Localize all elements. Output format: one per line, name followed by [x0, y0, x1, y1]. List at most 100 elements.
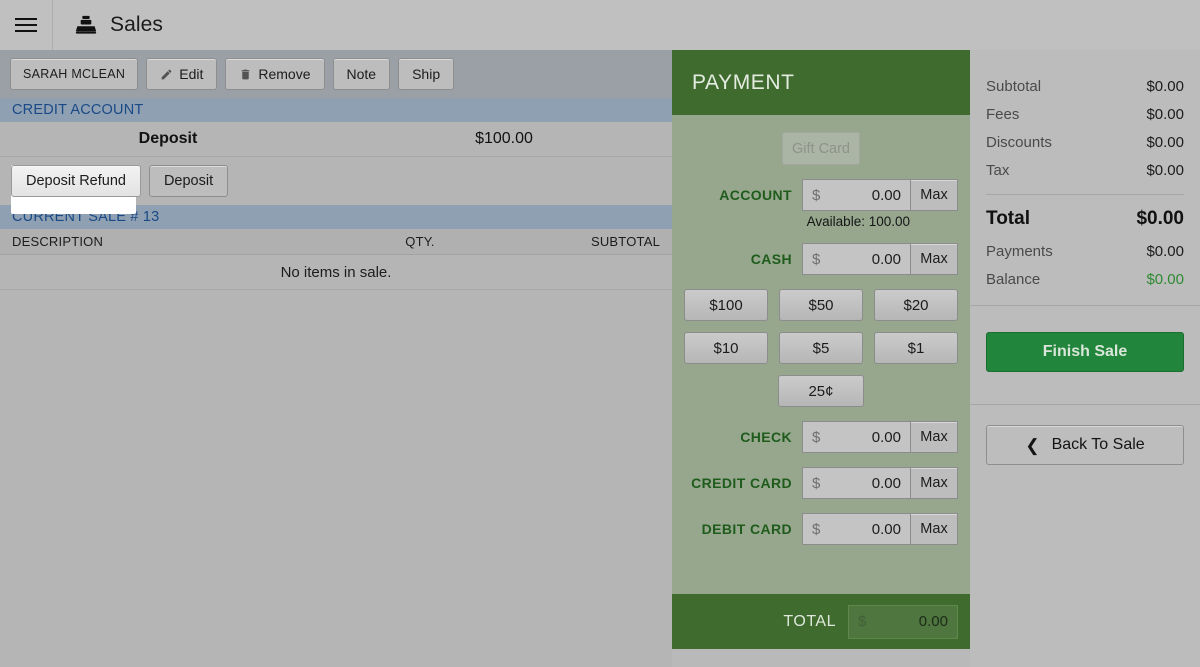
- cash-max-label: Max: [920, 251, 948, 267]
- pos-application: Sales SARAH MCLEAN Edit Remove Note Ship…: [0, 0, 1200, 667]
- trash-icon: [239, 68, 252, 81]
- deposit-actions-row: Deposit Refund Deposit: [0, 157, 672, 214]
- column-subtotal: SUBTOTAL: [590, 234, 660, 249]
- pencil-icon: [160, 68, 173, 81]
- remove-button[interactable]: Remove: [225, 58, 325, 90]
- ship-button[interactable]: Ship: [398, 58, 455, 90]
- edit-label: Edit: [179, 66, 204, 82]
- dollar-sign: $: [812, 520, 821, 538]
- cash-amount-value: 0.00: [871, 250, 901, 268]
- deposit-label: Deposit: [138, 130, 198, 147]
- app-title-group: Sales: [53, 13, 163, 37]
- hamburger-menu-icon[interactable]: [0, 0, 52, 50]
- account-label: ACCOUNT: [719, 187, 792, 203]
- denomination-label: $100: [709, 296, 743, 314]
- credit-card-amount-input[interactable]: $ 0.00: [802, 467, 910, 499]
- dollar-sign: $: [812, 428, 821, 446]
- fees-label: Fees: [986, 105, 1020, 123]
- payment-row-credit-card: CREDIT CARD $ 0.00 Max: [672, 467, 970, 499]
- edit-button[interactable]: Edit: [146, 58, 218, 90]
- subtotal-label: Subtotal: [986, 77, 1042, 95]
- payments-label: Payments: [986, 242, 1053, 260]
- debit-card-amount-group: $ 0.00 Max: [802, 513, 958, 545]
- debit-card-amount-input[interactable]: $ 0.00: [802, 513, 910, 545]
- sidebar-row-payments: Payments $0.00: [986, 237, 1184, 265]
- payment-panel-body: Gift Card ACCOUNT $ 0.00 Max Available: …: [672, 115, 970, 545]
- remove-label: Remove: [258, 66, 311, 82]
- discounts-value: $0.00: [1146, 133, 1184, 151]
- deposit-refund-button[interactable]: Deposit Refund: [11, 165, 141, 197]
- chevron-left-icon: ❮: [1025, 435, 1040, 455]
- denomination-25cent-button[interactable]: 25¢: [777, 375, 865, 407]
- check-amount-input[interactable]: $ 0.00: [802, 421, 910, 453]
- denomination-1-button[interactable]: $1: [874, 332, 958, 364]
- sale-left-panel: SARAH MCLEAN Edit Remove Note Ship CREDI…: [0, 50, 672, 667]
- subtotal-value: $0.00: [1146, 77, 1184, 95]
- deposit-refund-label: Deposit Refund: [26, 173, 126, 189]
- column-qty: QTY.: [405, 234, 435, 249]
- denomination-20-button[interactable]: $20: [874, 289, 958, 321]
- cash-amount-input[interactable]: $ 0.00: [802, 243, 910, 275]
- check-amount-value: 0.00: [871, 428, 901, 446]
- check-amount-group: $ 0.00 Max: [802, 421, 958, 453]
- denomination-quarter-row: 25¢: [684, 375, 958, 407]
- sidebar-row-tax: Tax $0.00: [986, 156, 1184, 184]
- account-amount-group: $ 0.00 Max: [802, 179, 958, 211]
- customer-toolbar: SARAH MCLEAN Edit Remove Note Ship: [0, 50, 672, 98]
- deposit-amount: $100.00: [475, 130, 533, 147]
- denomination-label: 25¢: [808, 382, 834, 400]
- sidebar-rule: [970, 305, 1200, 306]
- check-max-label: Max: [920, 429, 948, 445]
- payment-total-label: TOTAL: [783, 612, 836, 630]
- debit-card-max-button[interactable]: Max: [910, 513, 958, 545]
- back-to-sale-button[interactable]: ❮ Back To Sale: [986, 425, 1184, 465]
- sidebar-divider: [986, 194, 1184, 195]
- credit-card-max-button[interactable]: Max: [910, 467, 958, 499]
- discounts-label: Discounts: [986, 133, 1052, 151]
- account-max-button[interactable]: Max: [910, 179, 958, 211]
- note-button[interactable]: Note: [332, 58, 391, 90]
- denomination-50-button[interactable]: $50: [779, 289, 863, 321]
- credit-account-title: CREDIT ACCOUNT: [12, 102, 144, 118]
- finish-sale-button[interactable]: Finish Sale: [986, 332, 1184, 372]
- balance-value: $0.00: [1146, 270, 1184, 288]
- column-description: DESCRIPTION: [12, 234, 104, 249]
- fees-value: $0.00: [1146, 105, 1184, 123]
- note-label: Note: [346, 66, 377, 82]
- denomination-label: $20: [903, 296, 929, 314]
- credit-card-amount-group: $ 0.00 Max: [802, 467, 958, 499]
- totals-sidebar: Subtotal $0.00 Fees $0.00 Discounts $0.0…: [970, 50, 1200, 667]
- tax-label: Tax: [986, 161, 1010, 179]
- denomination-label: $5: [812, 339, 830, 357]
- customer-name-button[interactable]: SARAH MCLEAN: [10, 58, 139, 90]
- cash-max-button[interactable]: Max: [910, 243, 958, 275]
- total-label: Total: [986, 208, 1030, 229]
- cash-label: CASH: [750, 251, 792, 267]
- payment-total-value: 0.00: [918, 613, 948, 630]
- denomination-label: $50: [808, 296, 834, 314]
- credit-card-max-label: Max: [920, 475, 948, 491]
- payment-total-input[interactable]: $ 0.00: [848, 604, 958, 639]
- top-app-bar: Sales: [0, 0, 1200, 50]
- ship-label: Ship: [412, 66, 441, 82]
- credit-card-label: CREDIT CARD: [691, 475, 792, 491]
- payment-row-cash: CASH $ 0.00 Max: [672, 243, 970, 275]
- dollar-sign: $: [812, 474, 821, 492]
- gift-card-row: Gift Card: [672, 132, 970, 165]
- denomination-5-button[interactable]: $5: [779, 332, 863, 364]
- denomination-100-button[interactable]: $100: [684, 289, 768, 321]
- denomination-pad: $100 $50 $20 $10 $5 $1 25¢: [672, 289, 970, 407]
- payment-total-bar: TOTAL $ 0.00: [672, 594, 970, 649]
- denomination-10-button[interactable]: $10: [684, 332, 768, 364]
- account-max-label: Max: [920, 187, 948, 203]
- check-max-button[interactable]: Max: [910, 421, 958, 453]
- total-value: $0.00: [1136, 208, 1184, 229]
- account-amount-input[interactable]: $ 0.00: [802, 179, 910, 211]
- denomination-grid: $100 $50 $20 $10 $5 $1: [684, 289, 958, 364]
- deposit-button[interactable]: Deposit: [148, 165, 229, 197]
- denomination-label: $10: [713, 339, 739, 357]
- gift-card-button[interactable]: Gift Card: [782, 132, 860, 165]
- page-title: Sales: [110, 13, 164, 36]
- payment-row-check: CHECK $ 0.00 Max: [672, 421, 970, 453]
- gift-card-label: Gift Card: [791, 140, 850, 157]
